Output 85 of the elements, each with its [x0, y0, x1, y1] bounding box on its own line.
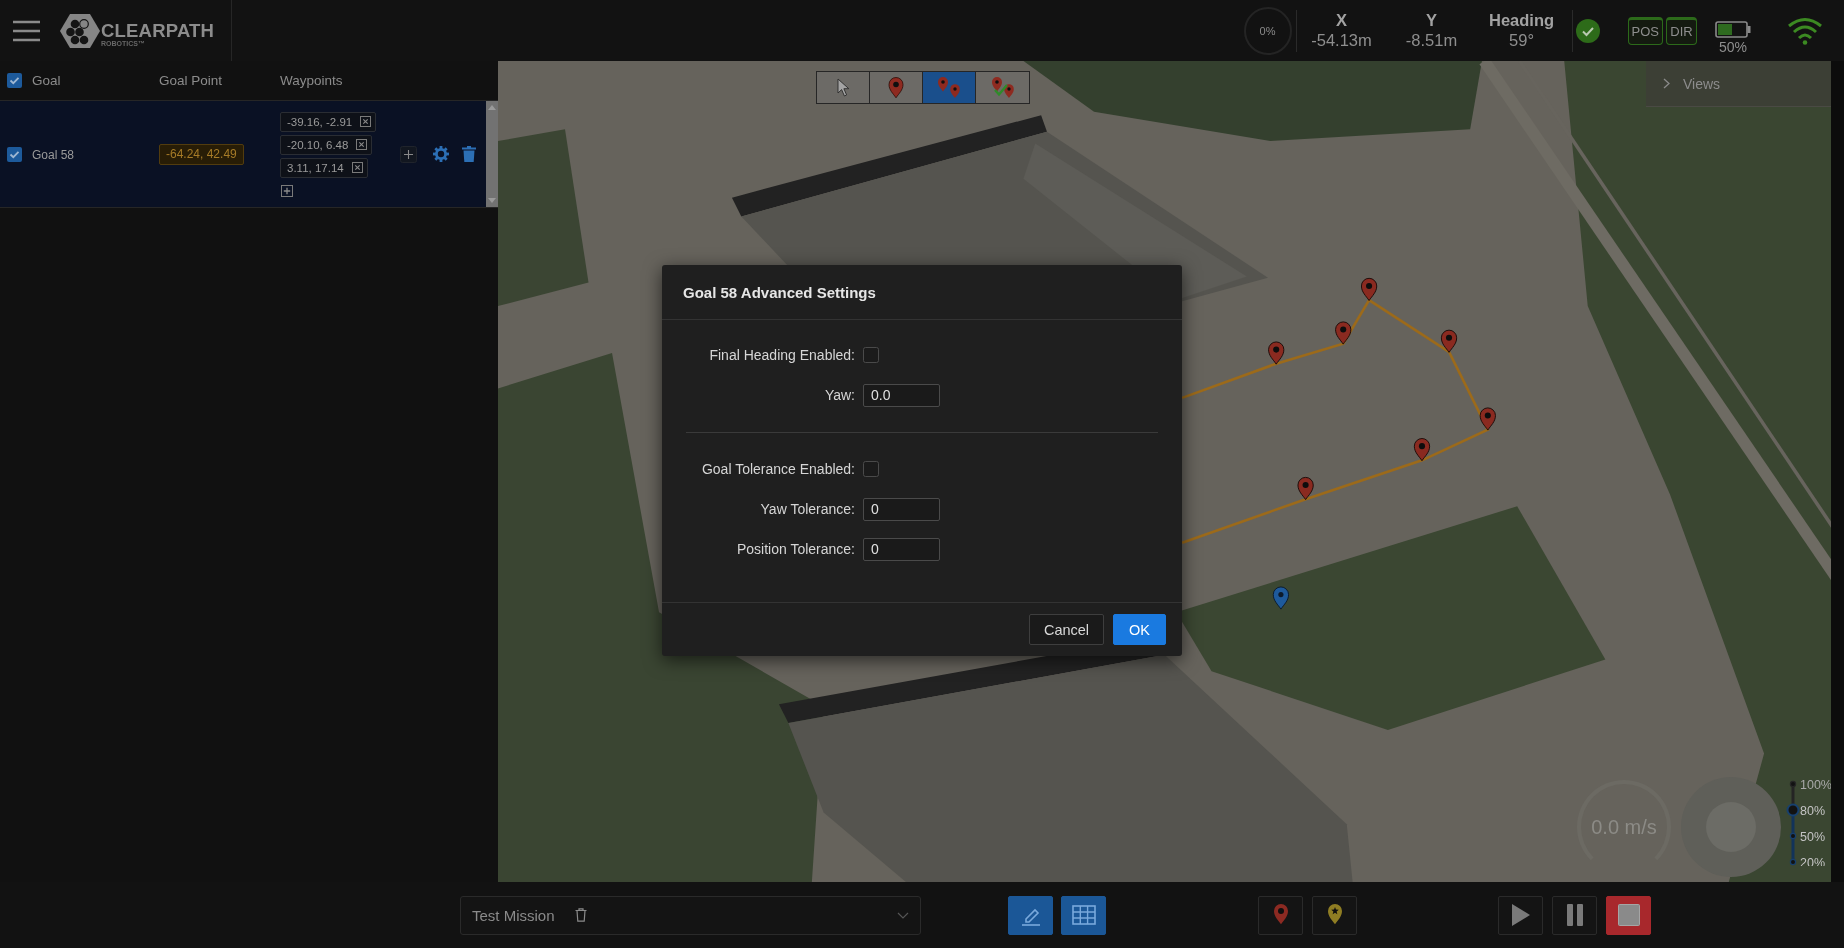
pose-label: X — [1336, 11, 1348, 30]
ok-button[interactable]: OK — [1113, 614, 1166, 645]
pose-label: Heading — [1489, 11, 1555, 30]
pause-icon — [1565, 904, 1584, 926]
waypoint-marker[interactable] — [1440, 329, 1458, 353]
pose-value: -8.51m — [1405, 30, 1458, 50]
chevron-down-icon[interactable] — [897, 911, 909, 919]
speed-limit-dot[interactable] — [1789, 832, 1797, 840]
map-pin-icon — [888, 76, 904, 99]
pose-label: Y — [1426, 11, 1438, 30]
waypoint-marker[interactable] — [1413, 438, 1431, 462]
checkbox[interactable] — [7, 146, 22, 162]
waypoint-marker[interactable] — [1335, 321, 1352, 345]
stop-button[interactable] — [1606, 895, 1651, 935]
waypoint-marker[interactable] — [1360, 277, 1378, 301]
speed-limit-dot[interactable] — [1786, 803, 1800, 817]
pins-check-icon — [989, 75, 1016, 100]
settings-icon[interactable] — [433, 146, 449, 162]
remove-icon[interactable] — [351, 162, 363, 173]
waypoint-marker[interactable] — [1268, 341, 1285, 365]
goal-point-badge: -64.24, 42.49 — [159, 143, 244, 165]
add-icon[interactable] — [400, 145, 417, 163]
pin-button[interactable] — [1258, 895, 1303, 935]
menu-icon[interactable] — [13, 19, 40, 42]
battery-icon — [1715, 20, 1751, 38]
field-label: Final Heading Enabled: — [709, 347, 855, 363]
field-label: Yaw: — [824, 387, 855, 403]
speed-limit-label: 50% — [1800, 829, 1826, 844]
remove-icon[interactable] — [356, 139, 368, 150]
waypoint-coordinates: -39.16, -2.91 — [287, 115, 353, 128]
column-header: Waypoints — [280, 73, 343, 88]
column-header: Goal — [32, 73, 62, 88]
dialog-title: Goal 58 Advanced Settings — [683, 283, 876, 301]
column-header: Goal Point — [159, 73, 224, 88]
checkbox[interactable] — [863, 347, 879, 363]
mission-select[interactable]: Test Mission — [460, 895, 921, 935]
field-label: Yaw Tolerance: — [760, 501, 855, 517]
speed-limit-label: 100% — [1800, 777, 1831, 792]
speed-limit-dot[interactable] — [1789, 780, 1797, 788]
pose-value: -54.13m — [1311, 30, 1372, 50]
localization-badge: DIR — [1666, 16, 1697, 45]
edit-button[interactable] — [1008, 895, 1053, 935]
stop-icon — [1617, 904, 1640, 926]
goal-row[interactable]: Goal 58 -64.24, 42.49 -39.16, -2.91 -20.10, 6.48 3.11, 17.14 — [0, 101, 498, 208]
pause-button[interactable] — [1552, 895, 1597, 935]
trash-icon[interactable] — [462, 146, 476, 162]
logo-icon — [60, 12, 100, 49]
input-field[interactable]: 0 — [863, 537, 940, 561]
star-pin-icon — [1326, 903, 1343, 927]
input-field[interactable]: 0 — [863, 497, 940, 521]
pose-value: 59° — [1509, 30, 1534, 50]
cancel-button[interactable]: Cancel — [1028, 614, 1105, 645]
location-marker[interactable] — [1272, 586, 1289, 610]
field-label: Goal Tolerance Enabled: — [701, 461, 855, 477]
pins-icon — [936, 75, 962, 100]
add-icon[interactable] — [281, 184, 293, 197]
speed-limit-label: 80% — [1800, 803, 1826, 818]
checkbox[interactable] — [863, 461, 879, 477]
goal-name: Goal 58 — [32, 148, 75, 162]
play-icon — [1510, 903, 1531, 927]
play-button[interactable] — [1498, 895, 1543, 935]
grid-button[interactable] — [1061, 895, 1106, 935]
pointer-icon — [836, 78, 850, 97]
map-pin-icon — [1272, 903, 1289, 927]
input-field[interactable]: 0.0 — [863, 383, 940, 407]
progress-ring: 0% — [1243, 6, 1292, 55]
status-check-icon — [1575, 18, 1600, 43]
checkbox[interactable] — [7, 73, 22, 88]
trash-icon[interactable] — [574, 908, 587, 922]
star-pin-button[interactable] — [1312, 895, 1357, 935]
waypoint-coordinates: 3.11, 17.14 — [287, 161, 344, 174]
waypoint-marker[interactable] — [1297, 476, 1314, 501]
localization-badge: POS — [1627, 16, 1663, 45]
grid-icon — [1071, 905, 1096, 925]
map-tool-button[interactable] — [870, 72, 923, 103]
speed-limit-dot[interactable] — [1789, 858, 1797, 866]
waypoint-marker[interactable] — [1479, 407, 1496, 431]
battery-percentage: 50% — [1719, 38, 1747, 55]
field-label: Position Tolerance: — [736, 541, 855, 557]
map-tool-button[interactable] — [817, 72, 870, 103]
waypoint-coordinates: -20.10, 6.48 — [287, 138, 349, 151]
speed-limit-label: 20% — [1800, 855, 1826, 866]
remove-icon[interactable] — [360, 116, 372, 127]
brand-name: CLEARPATH — [101, 21, 215, 40]
wifi-icon — [1787, 16, 1823, 45]
